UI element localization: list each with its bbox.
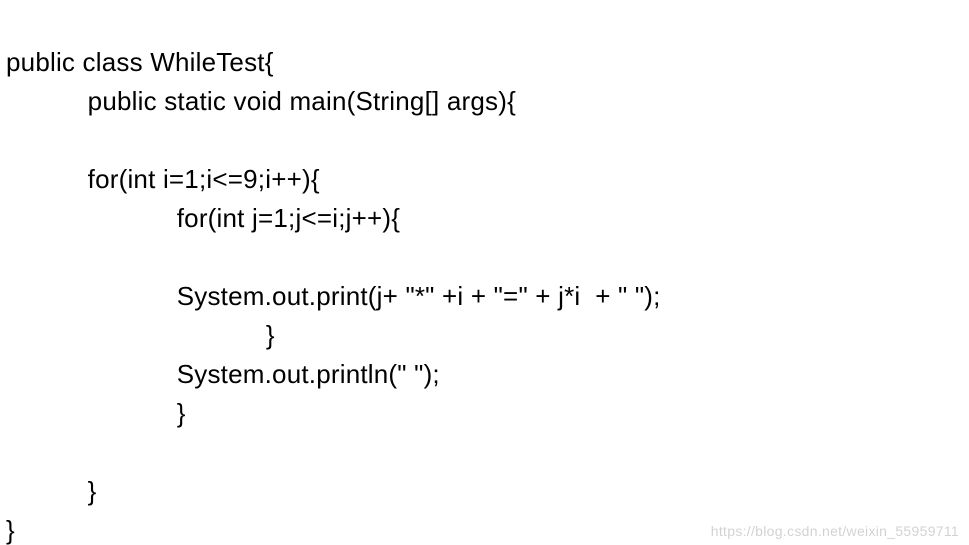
code-line: } — [6, 476, 97, 506]
code-line: } — [6, 398, 186, 428]
code-line: public class WhileTest{ — [6, 47, 274, 77]
watermark-text: https://blog.csdn.net/weixin_55959711 — [711, 523, 959, 539]
code-block: public class WhileTest{ public static vo… — [0, 0, 969, 545]
code-line: for(int i=1;i<=9;i++){ — [6, 164, 320, 194]
code-line: System.out.println(" "); — [6, 359, 440, 389]
code-line: System.out.print(j+ "*" +i + "=" + j*i +… — [6, 281, 661, 311]
code-line: public static void main(String[] args){ — [6, 86, 516, 116]
code-line: } — [6, 515, 15, 545]
code-line: } — [6, 320, 275, 350]
code-line: for(int j=1;j<=i;j++){ — [6, 203, 400, 233]
